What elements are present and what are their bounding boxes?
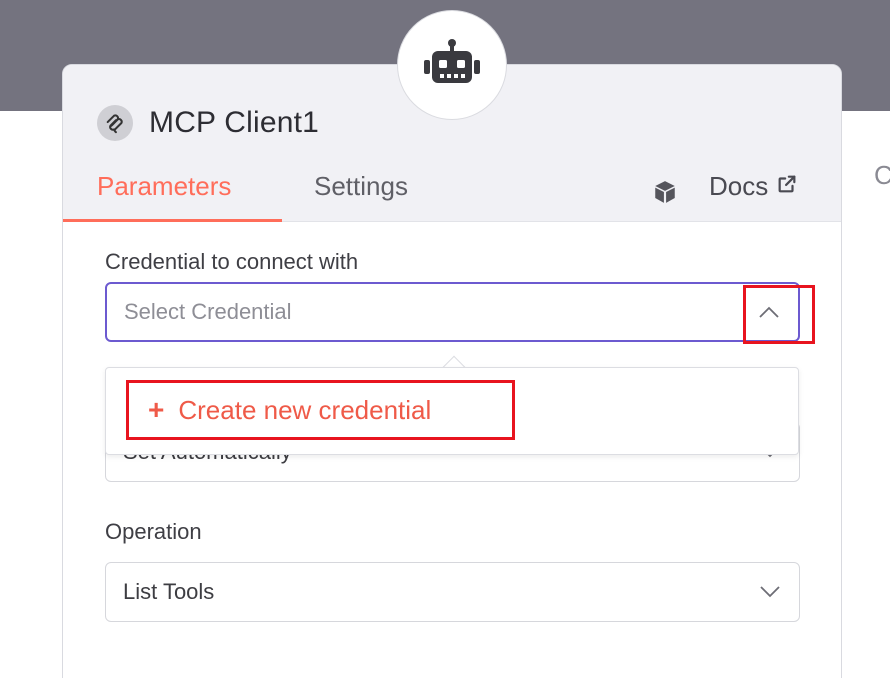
create-credential-highlight-box	[126, 380, 515, 440]
docs-link[interactable]: Docs	[709, 171, 798, 202]
chevron-highlight-box	[743, 285, 815, 344]
operation-label: Operation	[105, 519, 202, 544]
operation-value: List Tools	[123, 579, 215, 604]
background-partial-text: C	[874, 160, 890, 190]
active-tab-underline	[63, 219, 282, 222]
node-title[interactable]: MCP Client1	[149, 106, 319, 140]
external-link-icon	[776, 171, 798, 202]
tab-settings[interactable]: Settings	[314, 171, 408, 202]
cube-icon[interactable]	[652, 179, 678, 210]
robot-icon	[422, 38, 482, 92]
credential-label: Credential to connect with	[105, 249, 359, 274]
node-type-avatar	[397, 10, 507, 120]
operation-select[interactable]: List Tools	[105, 562, 800, 622]
credential-placeholder: Select Credential	[124, 299, 292, 324]
mcp-logo-icon	[97, 105, 133, 141]
chevron-down-icon[interactable]	[759, 579, 781, 605]
tab-parameters[interactable]: Parameters	[97, 171, 231, 202]
node-title-row: MCP Client1	[97, 105, 319, 141]
credential-select[interactable]: Select Credential	[105, 282, 800, 342]
docs-label: Docs	[709, 171, 769, 201]
